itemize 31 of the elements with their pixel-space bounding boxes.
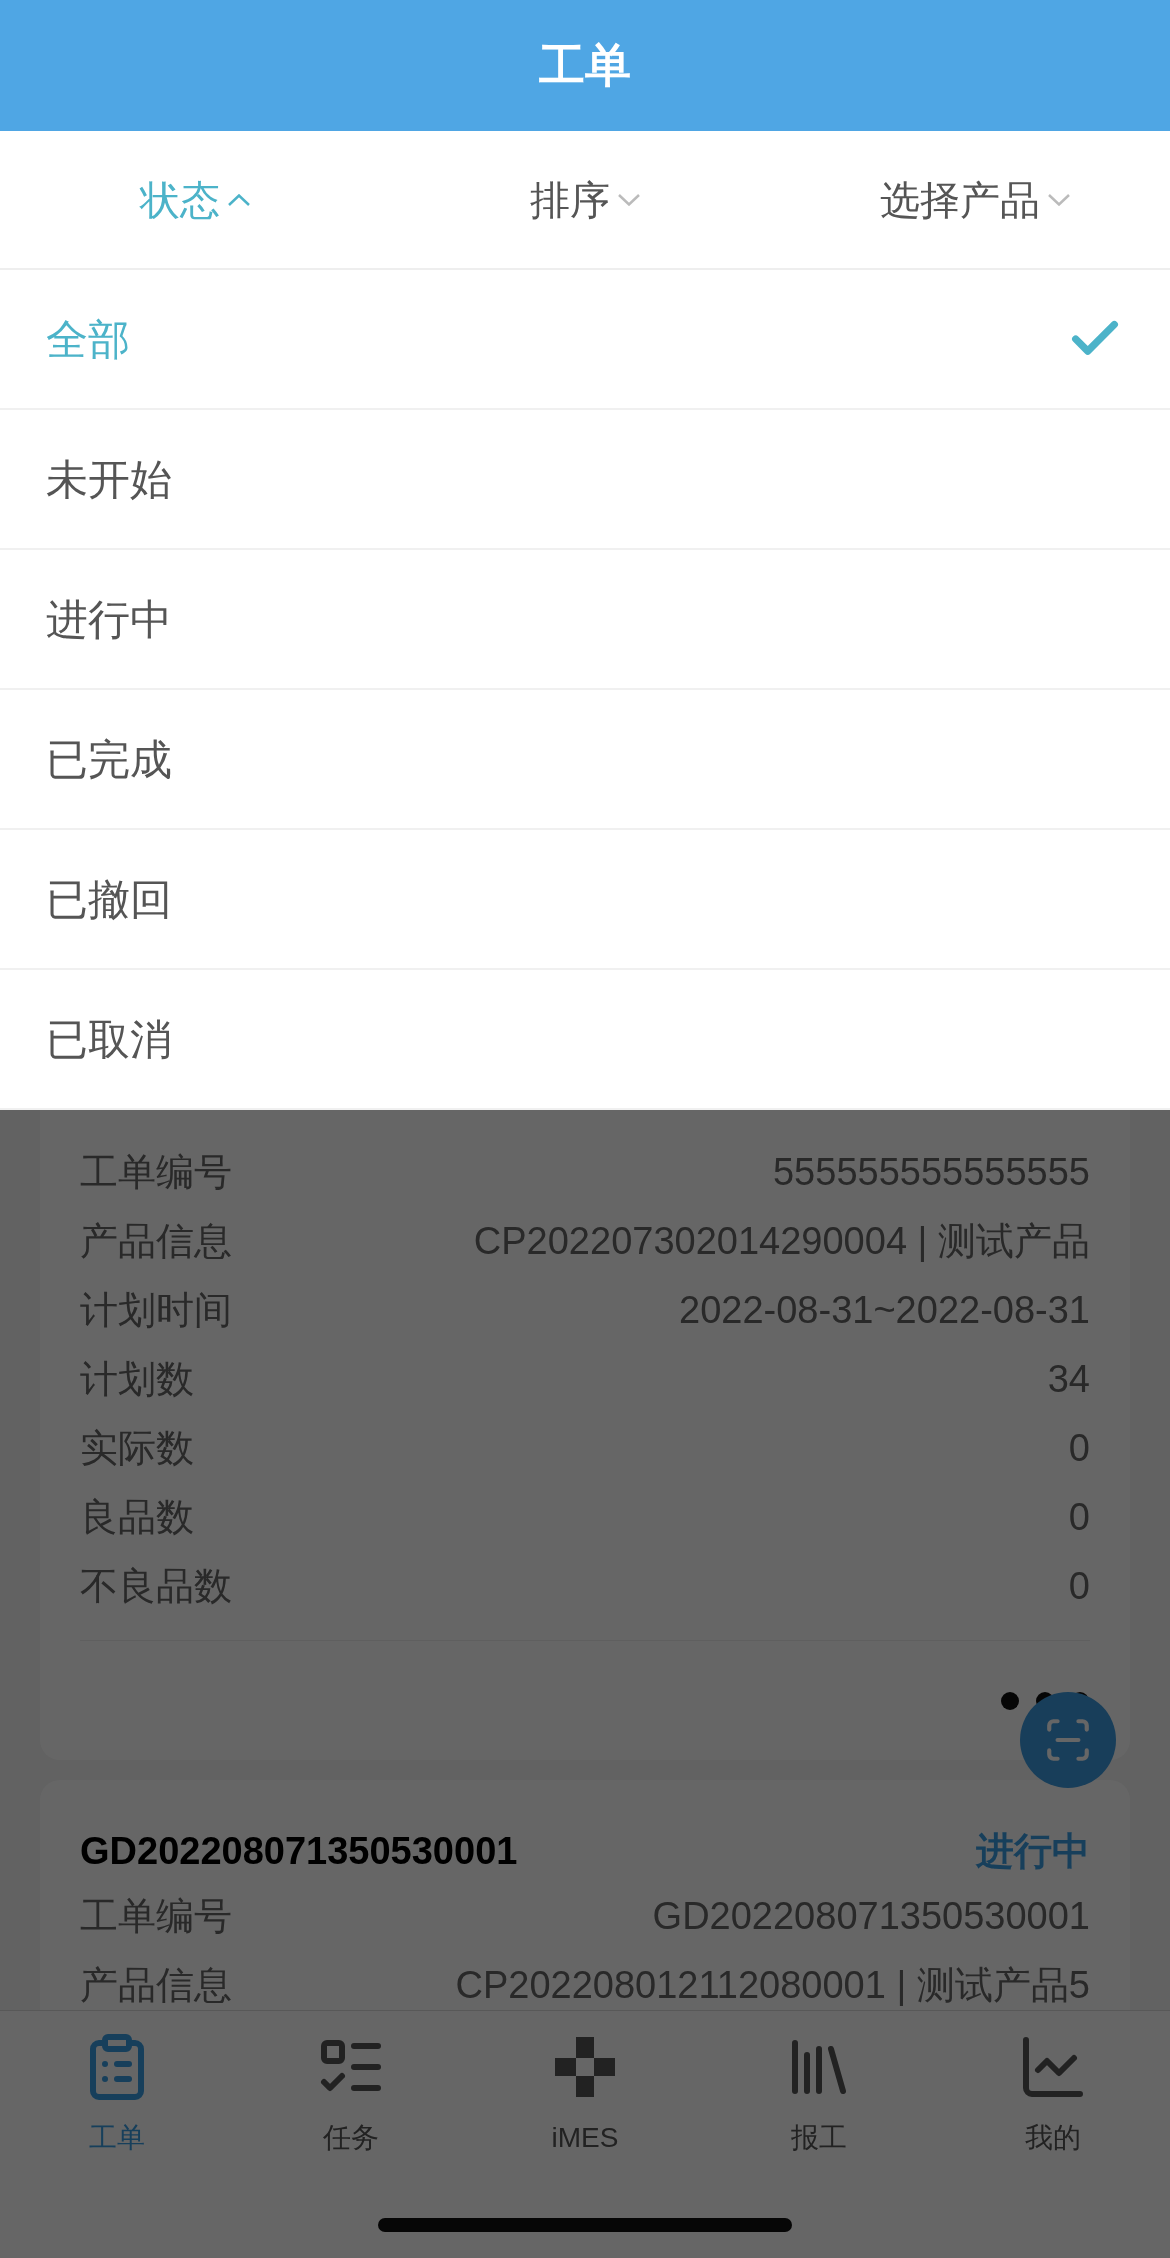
field-value: GD202208071350530001 [652,1894,1090,1939]
field-value: 2022-08-31~2022-08-31 [679,1288,1090,1333]
field-label: 计划数 [80,1357,194,1402]
dropdown-option[interactable]: 已撤回 [0,830,1170,970]
field-label: 良品数 [80,1495,194,1540]
field-label: 工单编号 [80,1894,232,1939]
dropdown-option[interactable]: 已完成 [0,690,1170,830]
field-label: 实际数 [80,1426,194,1471]
filter-tab[interactable]: 选择产品 [780,131,1170,268]
field-value: 555555555555555 [773,1150,1090,1195]
field-value: 0 [1068,1426,1090,1471]
dropdown-option[interactable]: 已取消 [0,970,1170,1110]
field-label: 产品信息 [80,1963,232,2008]
caret-down-icon [618,193,640,206]
dropdown-option[interactable]: 进行中 [0,550,1170,690]
field-label: 工单编号 [80,1150,232,1195]
field-value: 0 [1068,1564,1090,1609]
field-value: CP202208012112080001 | 测试产品5 [455,1963,1090,2008]
field-label: 计划时间 [80,1288,232,1333]
field-label: 不良品数 [80,1564,232,1609]
order-number: GD202208071350530001 [80,1828,518,1874]
field-value: CP202207302014290004 | 测试产品 [473,1219,1090,1264]
status-label: 进行中 [976,1828,1090,1874]
field-value: 34 [1047,1357,1090,1402]
dropdown-option[interactable]: 未开始 [0,410,1170,550]
page-title: 工单 [539,38,631,93]
field-value: 0 [1068,1495,1090,1540]
filter-tab[interactable]: 排序 [390,131,780,268]
caret-down-icon [1048,193,1070,206]
field-label: 产品信息 [80,1219,232,1264]
caret-up-icon [228,193,250,206]
